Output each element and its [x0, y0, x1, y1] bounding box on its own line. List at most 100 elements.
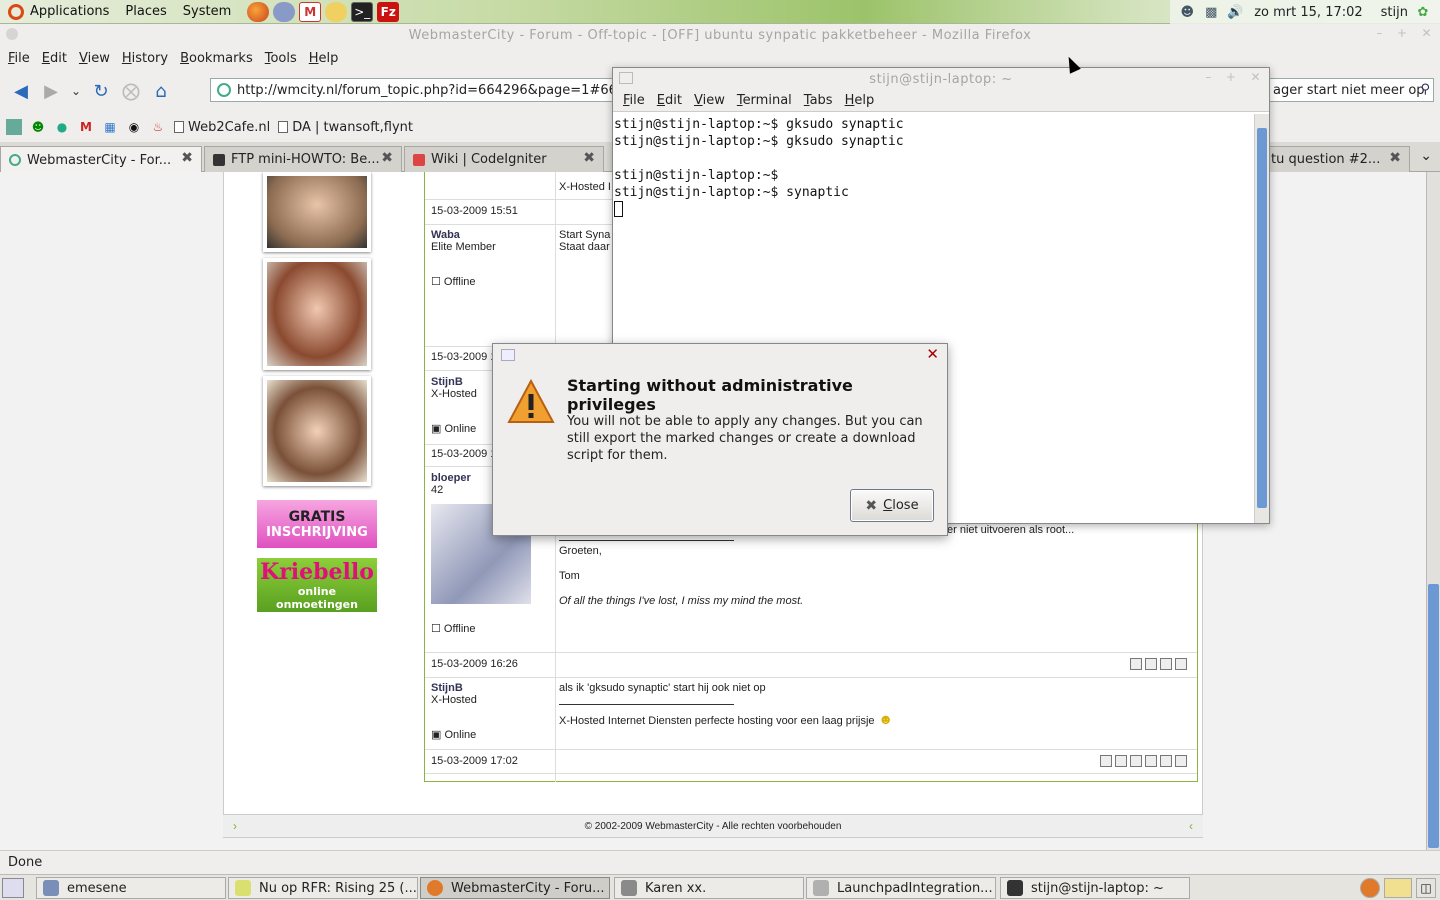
url-bar[interactable]: http://wmcity.nl/forum_topic.php?id=6642… [210, 78, 620, 102]
tab-webmastercity[interactable]: WebmasterCity - For... ✖ [0, 146, 202, 173]
menu-file[interactable]: File [617, 93, 651, 108]
bookmark-icon[interactable] [6, 119, 22, 135]
maximize-icon[interactable]: + [1397, 26, 1408, 40]
menu-help[interactable]: Help [303, 51, 345, 66]
close-icon[interactable]: ✕ [926, 345, 939, 363]
close-button[interactable]: ✖ Close [850, 489, 934, 522]
close-tab-icon[interactable]: ✖ [1389, 150, 1401, 166]
shutdown-icon[interactable]: ✿ [1414, 3, 1432, 21]
menu-history[interactable]: History [116, 51, 174, 66]
menu-help[interactable]: Help [839, 93, 881, 108]
search-icon[interactable]: ⚲ [1420, 82, 1430, 97]
bookmark-twansoft[interactable]: DA | twansoft,flynt [278, 120, 413, 135]
tab-ftp-howto[interactable]: FTP mini-HOWTO: Be... ✖ [204, 146, 402, 172]
gnome-do-icon[interactable] [325, 1, 348, 22]
terminal-icon[interactable]: >_ [351, 1, 374, 22]
minimize-icon[interactable]: – [1376, 26, 1383, 40]
window-menu-icon[interactable] [501, 349, 515, 361]
profile-icon[interactable] [1130, 658, 1142, 670]
taskbar-item-rfr[interactable]: Nu op RFR: Rising 25 (... [228, 877, 418, 899]
chevron-left-icon[interactable]: ‹ [1189, 819, 1193, 833]
delete-icon[interactable] [1145, 755, 1157, 767]
back-button[interactable]: ◀ [6, 76, 36, 106]
tab-list-chevron-down-icon[interactable]: ⌄ [1420, 148, 1432, 164]
dating-photo[interactable] [263, 376, 371, 486]
gratis-inschrijving-banner[interactable]: GRATIS INSCHRIJVING [257, 500, 377, 548]
menu-terminal[interactable]: Terminal [731, 93, 798, 108]
trash-icon[interactable]: ◫ [1416, 878, 1436, 898]
clock[interactable]: zo mrt 15, 17:02 [1254, 5, 1362, 20]
kriebello-banner[interactable]: Kriebello online onmoetingen [257, 558, 377, 612]
menu-file[interactable]: File [2, 51, 36, 66]
dating-photo[interactable] [263, 258, 371, 370]
firefox-workspace-icon[interactable] [1360, 878, 1380, 898]
tab-launchpad-question[interactable]: tu question #2... ✖ [1262, 146, 1410, 172]
taskbar-item-emesene[interactable]: emesene [36, 877, 226, 899]
profile-icon[interactable] [1100, 755, 1112, 767]
scrollbar-thumb[interactable] [1257, 128, 1267, 508]
edit-icon[interactable] [1130, 755, 1142, 767]
quote-icon[interactable] [1175, 658, 1187, 670]
message-icon[interactable] [1115, 755, 1127, 767]
window-menu-icon[interactable] [6, 28, 18, 40]
window-menu-icon[interactable] [619, 72, 633, 84]
bookmark-icon[interactable]: ♨ [150, 119, 166, 135]
reload-button[interactable]: ↻ [86, 76, 116, 106]
bookmark-icon[interactable]: ◉ [126, 119, 142, 135]
firefox-icon[interactable] [247, 1, 270, 22]
close-tab-icon[interactable]: ✖ [583, 150, 595, 166]
terminal-scrollbar[interactable] [1254, 114, 1269, 523]
taskbar-item-launchpad[interactable]: LaunchpadIntegration... [806, 877, 996, 899]
author-name[interactable]: Waba [431, 229, 496, 241]
close-tab-icon[interactable]: ✖ [181, 150, 193, 166]
menu-view[interactable]: View [688, 93, 731, 108]
menu-tools[interactable]: Tools [259, 51, 303, 66]
filezilla-icon[interactable]: Fz [377, 1, 400, 22]
menu-bookmarks[interactable]: Bookmarks [174, 51, 259, 66]
windows-bookmark-icon[interactable]: ▦ [102, 119, 118, 135]
stop-button[interactable]: ⨂ [116, 76, 146, 106]
history-dropdown-icon[interactable]: ⌄ [66, 76, 86, 106]
report-icon[interactable] [1160, 658, 1172, 670]
system-menu[interactable]: System [175, 0, 239, 24]
gmail-bookmark-icon[interactable]: M [78, 119, 94, 135]
network-signal-icon[interactable]: ▩ [1202, 3, 1220, 21]
taskbar-item-karen[interactable]: Karen xx. [614, 877, 804, 899]
user-switcher[interactable]: stijn [1381, 5, 1408, 20]
user-status-icon[interactable]: ☻ [1178, 3, 1196, 21]
close-icon[interactable]: ✕ [1250, 70, 1261, 84]
menu-edit[interactable]: Edit [36, 51, 73, 66]
taskbar-item-terminal[interactable]: stijn@stijn-laptop: ~ [1000, 877, 1190, 899]
scrollbar-thumb[interactable] [1428, 584, 1439, 848]
dating-photo[interactable] [263, 172, 371, 252]
report-icon[interactable] [1160, 755, 1172, 767]
menu-edit[interactable]: Edit [651, 93, 688, 108]
bookmark-web2cafe[interactable]: Web2Cafe.nl [174, 120, 270, 135]
forward-button[interactable]: ▶ [36, 76, 66, 106]
workspace-switcher[interactable] [1384, 878, 1412, 898]
close-icon[interactable]: ✕ [1421, 26, 1432, 40]
page-scrollbar[interactable] [1426, 172, 1440, 850]
places-menu[interactable]: Places [117, 0, 174, 24]
menu-view[interactable]: View [73, 51, 116, 66]
quote-icon[interactable] [1175, 755, 1187, 767]
search-input[interactable]: ager start niet meer op ⚲ [1268, 78, 1434, 102]
pidgin-icon[interactable] [273, 1, 296, 22]
tab-codeigniter[interactable]: Wiki | CodeIgniter ✖ [404, 146, 604, 172]
author-name[interactable]: StijnB [431, 682, 477, 694]
bookmark-icon[interactable]: ● [54, 119, 70, 135]
close-tab-icon[interactable]: ✖ [381, 150, 393, 166]
home-button[interactable]: ⌂ [146, 76, 176, 106]
message-icon[interactable] [1145, 658, 1157, 670]
taskbar-item-firefox[interactable]: WebmasterCity - Foru... [420, 877, 610, 899]
minimize-icon[interactable]: – [1205, 70, 1212, 84]
chevron-right-icon[interactable]: › [233, 819, 237, 833]
show-desktop-button[interactable] [2, 878, 24, 898]
applications-menu[interactable]: Applications [0, 0, 117, 24]
bookmark-icon[interactable]: ☻ [30, 119, 46, 135]
author-name[interactable]: StijnB [431, 376, 477, 388]
volume-icon[interactable]: 🔊 [1226, 3, 1244, 21]
menu-tabs[interactable]: Tabs [798, 93, 839, 108]
gmail-icon[interactable]: M [299, 1, 322, 22]
maximize-icon[interactable]: + [1226, 70, 1237, 84]
